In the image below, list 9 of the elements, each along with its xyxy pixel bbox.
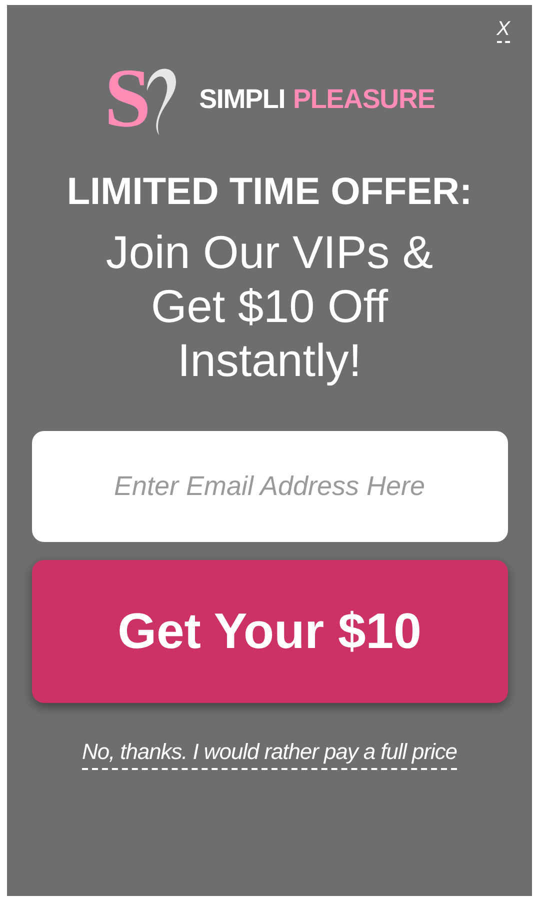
close-button[interactable]: X [496, 19, 510, 43]
brand-name: SIMPLI [199, 82, 286, 116]
submit-button[interactable]: Get Your $10 [32, 560, 508, 702]
headline: LIMITED TIME OFFER: [66, 170, 472, 215]
subheadline: Join Our VIPs & Get $10 Off Instantly! [104, 224, 434, 386]
decline-link[interactable]: No, thanks. I would rather pay a full price [82, 734, 457, 770]
brand-name: PLEASURE [293, 82, 435, 116]
email-field[interactable]: Enter Email Address Here [32, 430, 508, 542]
logo-monogram: S [104, 57, 152, 141]
